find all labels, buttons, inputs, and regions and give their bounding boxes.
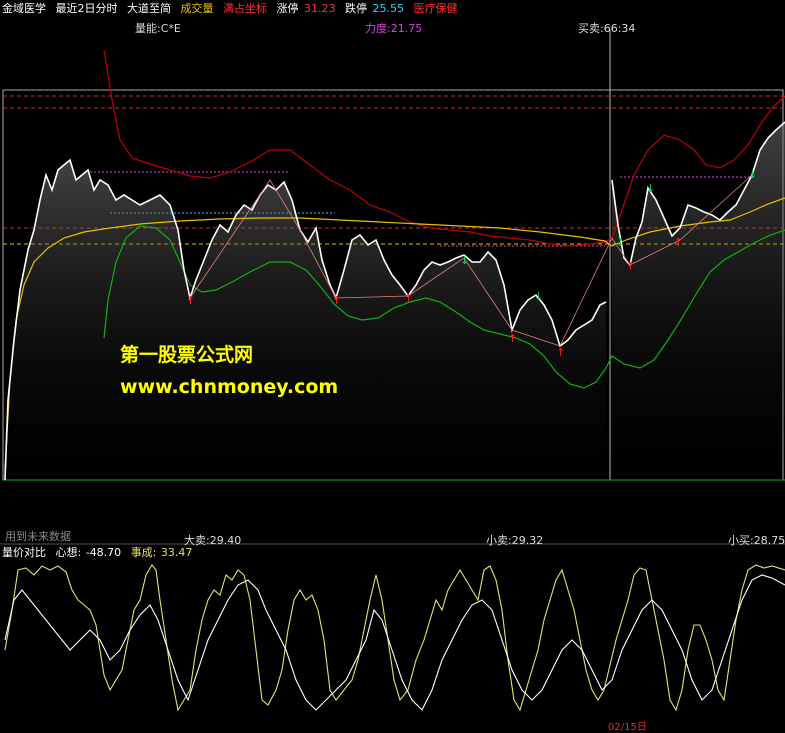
limit-down-label: 跌停 — [345, 2, 367, 15]
indicator-name[interactable]: 大道至简 — [127, 2, 171, 15]
svg-text:↓: ↓ — [616, 236, 625, 249]
done-value: 33.47 — [160, 546, 193, 559]
mind-label: 心想: — [55, 546, 82, 559]
limit-up-value: 31.23 — [304, 2, 336, 15]
svg-text:↓: ↓ — [534, 290, 543, 303]
svg-text:↑: ↑ — [404, 292, 413, 305]
future-data-note: 用到未来数据 — [5, 530, 71, 543]
svg-text:↓: ↓ — [460, 254, 469, 267]
limit-down-value: 25.55 — [372, 2, 405, 15]
svg-text:↓: ↓ — [646, 182, 655, 195]
small-sell-label: 小卖:29.32 — [486, 534, 544, 547]
svg-text:↑: ↑ — [556, 346, 565, 359]
top-status-bar: 金域医学 最近2日分时 大道至简 成交量 满占坐标 涨停 31.23 跌停 25… — [2, 0, 464, 18]
limit-up-label: 涨停 — [276, 2, 299, 15]
price-area-day2 — [612, 122, 785, 480]
oscillator-header: 量价对比 心想: -48.70 事成: 33.47 — [2, 545, 198, 561]
volume-energy-label: 量能:C*E — [135, 22, 181, 35]
osc-yellow-line — [4, 564, 785, 712]
svg-text:↑: ↑ — [626, 260, 635, 273]
mind-value: -48.70 — [85, 546, 122, 559]
period-label[interactable]: 最近2日分时 — [56, 2, 118, 15]
strength-label: 力度:21.75 — [365, 22, 423, 35]
small-buy-label: 小买:28.75 — [728, 534, 785, 547]
bottom-date-label: 02/15日 — [608, 722, 647, 733]
watermark-url[interactable]: www.chnmoney.com — [120, 376, 338, 398]
coord-label[interactable]: 满占坐标 — [223, 2, 267, 15]
svg-text:↑: ↑ — [674, 236, 683, 249]
svg-text:↑: ↑ — [332, 294, 341, 307]
upper-band-red — [103, 49, 785, 247]
svg-text:↑: ↑ — [508, 332, 517, 345]
stock-name[interactable]: 金域医学 — [2, 2, 46, 15]
chart-canvas: ↑ ↑ ↑ ↑ ↑ ↑ ↑ ↓ ↓ ↓ ↓ ↓ — [0, 30, 785, 712]
svg-text:↑: ↑ — [186, 294, 195, 307]
done-label: 事成: — [130, 546, 157, 559]
sector-label[interactable]: 医疗保健 — [414, 2, 458, 15]
oscillator-name[interactable]: 量价对比 — [2, 546, 46, 559]
buy-sell-label: 买卖:66:34 — [578, 22, 636, 35]
volume-label[interactable]: 成交量 — [181, 2, 214, 15]
svg-text:↓: ↓ — [748, 168, 757, 181]
watermark-title: 第一股票公式网 — [120, 344, 254, 366]
